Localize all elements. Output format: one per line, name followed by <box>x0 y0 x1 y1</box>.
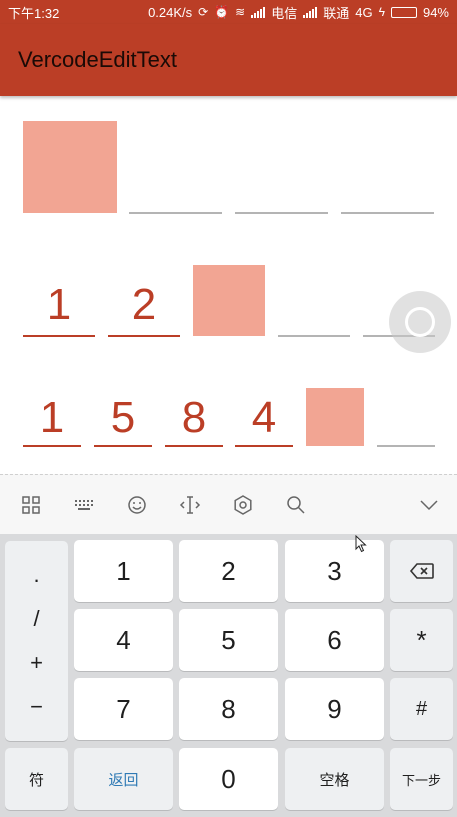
key-0[interactable]: 0 <box>179 748 278 810</box>
emoji-icon[interactable] <box>114 482 159 527</box>
key-1[interactable]: 1 <box>74 540 173 602</box>
key-3[interactable]: 3 <box>285 540 384 602</box>
battery-icon <box>390 6 417 18</box>
status-carrier-1: 电信 <box>271 5 298 21</box>
signal-icon-2 <box>303 6 318 18</box>
status-bar: 下午1:32 0.24K/s ⟳ ⏰ ≋ 电信 联通 4G ϟ 94% <box>0 0 457 24</box>
status-time: 下午1:32 <box>8 5 60 21</box>
signal-icon <box>251 6 266 18</box>
hash-key[interactable]: # <box>390 678 453 740</box>
symbol-dot[interactable]: . <box>33 564 39 586</box>
key-9[interactable]: 9 <box>285 678 384 740</box>
code-slot[interactable] <box>278 300 350 337</box>
code-digit: 8 <box>181 393 207 442</box>
code-slot[interactable] <box>377 410 435 447</box>
status-carrier-2: 联通 <box>323 5 350 21</box>
key-7[interactable]: 7 <box>74 678 173 740</box>
key-5[interactable]: 5 <box>179 609 278 671</box>
code-slot[interactable] <box>341 188 434 214</box>
status-network: 4G <box>355 4 373 20</box>
status-right: 0.24K/s ⟳ ⏰ ≋ 电信 联通 4G ϟ 94% <box>148 3 449 22</box>
charging-icon: ϟ <box>378 5 385 19</box>
symbol-mode-key[interactable]: 符 <box>5 748 68 810</box>
key-2[interactable]: 2 <box>179 540 278 602</box>
space-key[interactable]: 空格 <box>285 748 384 810</box>
star-key[interactable]: * <box>390 609 453 671</box>
backspace-key[interactable] <box>390 540 453 602</box>
circle-icon <box>405 307 435 337</box>
back-key[interactable]: 返回 <box>74 748 173 810</box>
code-slot[interactable] <box>235 188 328 214</box>
status-battery-percent: 94% <box>422 4 449 20</box>
keyboard-icon[interactable] <box>61 482 106 527</box>
sync-icon: ⟳ <box>198 5 209 19</box>
app-bar: VercodeEditText <box>0 24 457 96</box>
symbol-plus[interactable]: + <box>30 652 43 674</box>
code-slot-active[interactable] <box>306 388 364 446</box>
key-4[interactable]: 4 <box>74 609 173 671</box>
keyboard-toolbar <box>0 474 457 534</box>
code-slot-active[interactable] <box>193 265 265 336</box>
code-slot-active[interactable] <box>23 121 117 213</box>
symbol-minus[interactable]: − <box>30 696 43 718</box>
wifi-icon: ≋ <box>235 5 246 19</box>
alarm-icon: ⏰ <box>214 5 230 19</box>
key-6[interactable]: 6 <box>285 609 384 671</box>
screen: 下午1:32 0.24K/s ⟳ ⏰ ≋ 电信 联通 4G ϟ 94% Verc… <box>0 0 457 817</box>
app-title: VercodeEditText <box>18 47 177 72</box>
collapse-icon[interactable] <box>406 482 451 527</box>
code-digit: 1 <box>46 280 72 329</box>
code-slot[interactable] <box>129 188 222 214</box>
symbol-slash[interactable]: / <box>33 608 39 630</box>
search-icon[interactable] <box>273 482 318 527</box>
key-8[interactable]: 8 <box>179 678 278 740</box>
mouse-pointer-icon <box>355 535 367 553</box>
symbols-key-column[interactable]: . / + − <box>5 541 68 741</box>
settings-icon[interactable] <box>220 482 265 527</box>
backspace-icon <box>409 563 434 579</box>
code-digit: 1 <box>39 393 65 442</box>
assistive-ball[interactable] <box>389 291 451 353</box>
code-digit: 4 <box>251 393 277 442</box>
code-digit: 2 <box>131 280 157 329</box>
next-step-key[interactable]: 下一步 <box>390 748 453 810</box>
cursor-icon[interactable] <box>167 482 212 527</box>
code-digit: 5 <box>110 393 136 442</box>
numeric-keyboard: . / + − 1 2 3 4 5 6 * 7 8 9 # 符 返回 0 空格 … <box>0 534 457 817</box>
grid-icon[interactable] <box>8 482 53 527</box>
status-speed: 0.24K/s <box>148 4 193 20</box>
